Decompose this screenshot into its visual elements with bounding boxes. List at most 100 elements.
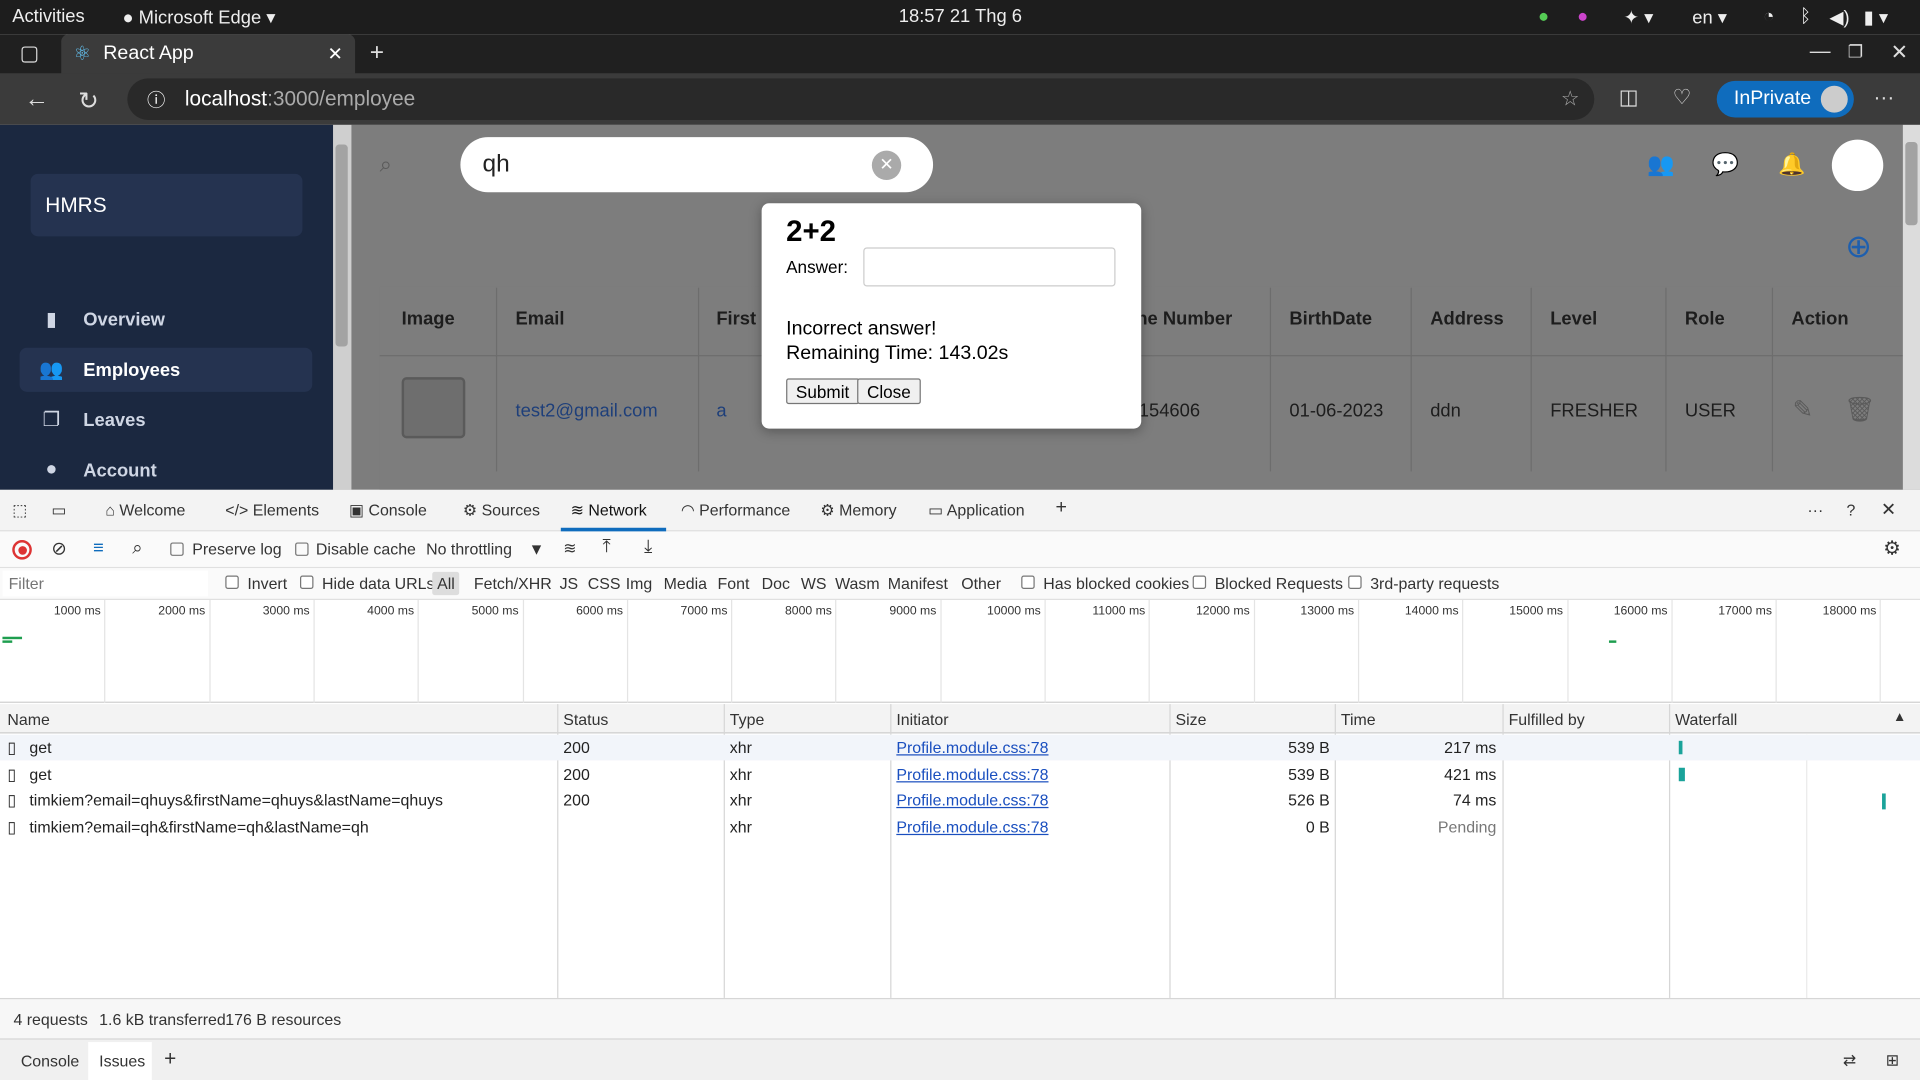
new-tab-icon[interactable]: +: [370, 39, 384, 67]
type-filter-js[interactable]: JS: [560, 574, 579, 592]
network-settings-icon[interactable]: ⚙: [1883, 536, 1901, 560]
language-indicator[interactable]: en ▾: [1692, 6, 1727, 28]
bluetooth-icon[interactable]: ᛒ: [1800, 6, 1811, 27]
split-screen-icon[interactable]: ◫: [1619, 86, 1639, 110]
nav-item-overview[interactable]: ▮ Overview: [20, 298, 313, 342]
nav-item-account[interactable]: ● Account: [20, 448, 313, 492]
type-filter-doc[interactable]: Doc: [762, 574, 790, 592]
column-time[interactable]: Time: [1341, 710, 1376, 728]
preserve-log-checkbox[interactable]: [170, 542, 184, 556]
devtools-tab-memory[interactable]: ⚙ Memory: [820, 501, 896, 521]
request-row[interactable]: ▯ timkiem?email=qh&firstName=qh&lastName…: [0, 814, 1920, 840]
filter-icon[interactable]: ≡: [93, 538, 104, 559]
request-row[interactable]: ▯ get 200 xhr Profile.module.css:78 539 …: [0, 734, 1920, 761]
blocked-requests-checkbox[interactable]: [1192, 575, 1207, 589]
drawer-layout-icon[interactable]: ⊞: [1886, 1051, 1899, 1071]
back-icon[interactable]: ←: [24, 86, 48, 114]
nav-item-employees[interactable]: 👥 Employees: [19, 347, 313, 392]
drawer-tab-issues[interactable]: Issues: [99, 1052, 145, 1070]
page-scroll-thumb[interactable]: [1905, 142, 1918, 226]
devtools-more-icon[interactable]: ···: [1807, 501, 1823, 519]
minimize-icon[interactable]: —: [1810, 39, 1831, 63]
import-har-icon[interactable]: ⤒: [602, 536, 610, 557]
inspect-icon[interactable]: ⬚: [12, 501, 27, 521]
type-filter-img[interactable]: Img: [626, 574, 653, 592]
drawer-add-icon[interactable]: +: [164, 1047, 176, 1071]
type-filter-css[interactable]: CSS: [588, 574, 621, 592]
devtools-tab-console[interactable]: ▣ Console: [349, 501, 427, 521]
type-filter-media[interactable]: Media: [664, 574, 707, 592]
site-info-icon[interactable]: ⓘ: [147, 86, 165, 112]
devtools-tab-performance[interactable]: ◠ Performance: [681, 501, 790, 521]
type-filter-manifest[interactable]: Manifest: [888, 574, 948, 592]
blocked-cookies-checkbox[interactable]: [1021, 575, 1035, 589]
search-icon[interactable]: ⌕: [380, 152, 392, 178]
type-filter-fetch-xhr[interactable]: Fetch/XHR: [474, 574, 552, 592]
url-field[interactable]: ⓘ localhost:3000/employee ☆: [127, 78, 1595, 121]
third-party-checkbox[interactable]: [1348, 575, 1362, 589]
disable-cache-checkbox[interactable]: [295, 542, 309, 556]
devtools-tab-application[interactable]: ▭ Application: [928, 501, 1024, 521]
network-overview-timeline[interactable]: 1000 ms 2000 ms 3000 ms 4000 ms 5000 ms 6000 …: [0, 600, 1920, 703]
devtools-close-icon[interactable]: ✕: [1881, 498, 1896, 521]
more-tools-icon[interactable]: +: [1056, 497, 1067, 519]
dock-icon[interactable]: ⇄: [1843, 1051, 1856, 1071]
delete-icon[interactable]: 🗑: [1844, 394, 1875, 425]
request-row[interactable]: ▯ get 200 xhr Profile.module.css:78 539 …: [0, 762, 1920, 788]
more-menu-icon[interactable]: ···: [1873, 86, 1894, 110]
column-type[interactable]: Type: [730, 710, 765, 728]
column-fulfilled-by[interactable]: Fulfilled by: [1509, 710, 1585, 728]
network-conditions-icon[interactable]: ≋: [563, 539, 576, 559]
throttling-select[interactable]: No throttling ▼: [426, 540, 544, 558]
type-filter-other[interactable]: Other: [961, 574, 1001, 592]
sort-up-icon[interactable]: ▲: [1893, 710, 1906, 725]
status-icon[interactable]: ●: [1538, 6, 1549, 27]
drawer-tab-console[interactable]: Console: [21, 1052, 79, 1070]
devtools-tab-network[interactable]: ≋ Network: [571, 501, 647, 521]
battery-icon[interactable]: ▮ ▾: [1864, 6, 1888, 28]
restore-icon[interactable]: ❐: [1848, 42, 1863, 63]
favorite-icon[interactable]: ☆: [1561, 87, 1580, 111]
export-har-icon[interactable]: ⤓: [644, 536, 652, 557]
add-employee-icon[interactable]: ⊕: [1845, 228, 1872, 266]
type-filter-wasm[interactable]: Wasm: [835, 574, 880, 592]
type-filter-all[interactable]: All: [432, 571, 460, 596]
browser-tab[interactable]: ⚛ React App ✕: [61, 34, 356, 74]
inprivate-button[interactable]: InPrivate: [1716, 80, 1854, 118]
request-initiator-link[interactable]: Profile.module.css:78: [896, 791, 1048, 809]
bell-icon[interactable]: 🔔: [1778, 152, 1805, 178]
wifi-icon[interactable]: ◔: [1763, 6, 1774, 27]
filter-input[interactable]: [2, 570, 209, 597]
tab-actions-icon[interactable]: ▢: [20, 42, 40, 66]
close-button[interactable]: Close: [857, 378, 921, 405]
record-icon[interactable]: [12, 540, 32, 560]
request-initiator-link[interactable]: Profile.module.css:78: [896, 818, 1048, 836]
accessibility-icon[interactable]: ✦ ▾: [1624, 6, 1654, 28]
column-status[interactable]: Status: [563, 710, 608, 728]
window-close-icon[interactable]: ✕: [1891, 40, 1908, 64]
people-icon[interactable]: 👥: [1647, 152, 1674, 178]
submit-button[interactable]: Submit: [786, 378, 860, 405]
chat-icon[interactable]: 💬: [1712, 152, 1739, 178]
health-icon[interactable]: ♡: [1673, 86, 1692, 110]
nav-item-leaves[interactable]: ❐ Leaves: [20, 398, 313, 442]
request-initiator-link[interactable]: Profile.module.css:78: [896, 738, 1048, 756]
devtools-tab-welcome[interactable]: ⌂ Welcome: [105, 501, 185, 519]
device-emulation-icon[interactable]: ▭: [51, 501, 66, 521]
devtools-tab-elements[interactable]: </> Elements: [225, 501, 319, 519]
search-input[interactable]: qh ✕: [460, 137, 934, 193]
color-icon[interactable]: ●: [1577, 6, 1588, 27]
clear-search-icon[interactable]: ✕: [871, 150, 902, 180]
type-filter-font[interactable]: Font: [718, 574, 750, 592]
clock[interactable]: 18:57 21 Thg 6: [899, 6, 1022, 27]
employee-first-name-link[interactable]: a: [716, 400, 726, 421]
tab-close-icon[interactable]: ✕: [327, 43, 342, 65]
refresh-icon[interactable]: ↻: [78, 86, 99, 117]
invert-checkbox[interactable]: [225, 575, 239, 589]
column-waterfall[interactable]: Waterfall: [1675, 710, 1737, 728]
request-initiator-link[interactable]: Profile.module.css:78: [896, 765, 1048, 783]
clear-icon[interactable]: ⊘: [51, 538, 66, 560]
column-initiator[interactable]: Initiator: [896, 710, 948, 728]
hide-data-urls-checkbox[interactable]: [300, 575, 314, 589]
type-filter-ws[interactable]: WS: [801, 574, 827, 592]
